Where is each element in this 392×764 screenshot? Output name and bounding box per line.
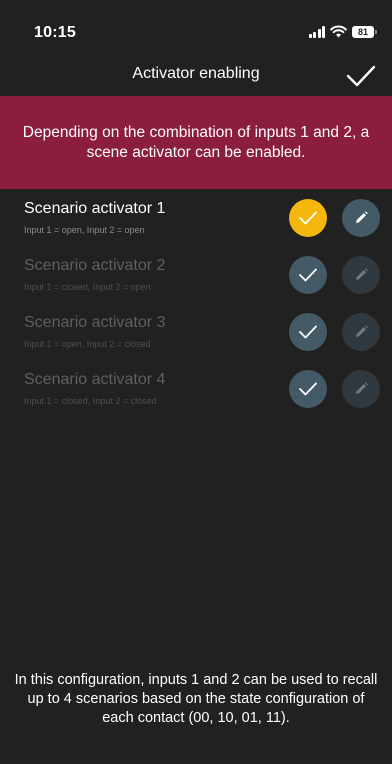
- confirm-button[interactable]: [344, 59, 378, 93]
- scenario-row-1: Scenario activator 1 Input 1 = open, Inp…: [0, 189, 392, 246]
- status-bar: 10:15 81: [0, 0, 392, 56]
- scenario-subtitle: Input 1 = closed, Input 2 = closed: [24, 396, 157, 406]
- navigation-bar: Activator enabling: [0, 56, 392, 96]
- enable-toggle-button[interactable]: [289, 199, 327, 237]
- pencil-icon: [356, 382, 368, 394]
- checkmark-icon: [299, 268, 317, 282]
- scenario-row-2: Scenario activator 2 Input 1 = closed, I…: [0, 246, 392, 303]
- scenario-row-3: Scenario activator 3 Input 1 = open, Inp…: [0, 303, 392, 360]
- scenario-list: Scenario activator 1 Input 1 = open, Inp…: [0, 189, 392, 417]
- scenario-subtitle: Input 1 = open, Input 2 = closed: [24, 339, 151, 349]
- footer-note-text: In this configuration, inputs 1 and 2 ca…: [14, 672, 378, 726]
- scenario-row-4: Scenario activator 4 Input 1 = closed, I…: [0, 360, 392, 417]
- page-title: Activator enabling: [132, 65, 260, 82]
- edit-button[interactable]: [342, 313, 380, 351]
- pencil-icon: [356, 325, 368, 337]
- scenario-subtitle: Input 1 = open, Input 2 = open: [24, 225, 145, 235]
- checkmark-icon: [299, 382, 317, 396]
- pencil-icon: [356, 268, 368, 280]
- scenario-title: Scenario activator 3: [24, 314, 166, 331]
- status-indicators: 81: [308, 25, 377, 38]
- enable-toggle-button[interactable]: [289, 256, 327, 294]
- checkmark-icon: [346, 65, 376, 87]
- status-time: 10:15: [34, 24, 76, 41]
- edit-button[interactable]: [342, 199, 380, 237]
- info-banner-text: Depending on the combination of inputs 1…: [22, 123, 370, 161]
- checkmark-icon: [299, 211, 317, 225]
- footer-note: In this configuration, inputs 1 and 2 ca…: [0, 671, 392, 728]
- scenario-subtitle: Input 1 = closed, Input 2 = open: [24, 282, 151, 292]
- scenario-title: Scenario activator 1: [24, 200, 166, 217]
- edit-button[interactable]: [342, 370, 380, 408]
- wifi-icon: [330, 25, 347, 38]
- enable-toggle-button[interactable]: [289, 313, 327, 351]
- enable-toggle-button[interactable]: [289, 370, 327, 408]
- scenario-title: Scenario activator 2: [24, 257, 166, 274]
- cellular-signal-icon: [308, 25, 325, 38]
- scenario-title: Scenario activator 4: [24, 371, 166, 388]
- info-banner: Depending on the combination of inputs 1…: [0, 96, 392, 189]
- edit-button[interactable]: [342, 256, 380, 294]
- checkmark-icon: [299, 325, 317, 339]
- battery-icon: 81: [352, 25, 377, 38]
- pencil-icon: [356, 211, 368, 223]
